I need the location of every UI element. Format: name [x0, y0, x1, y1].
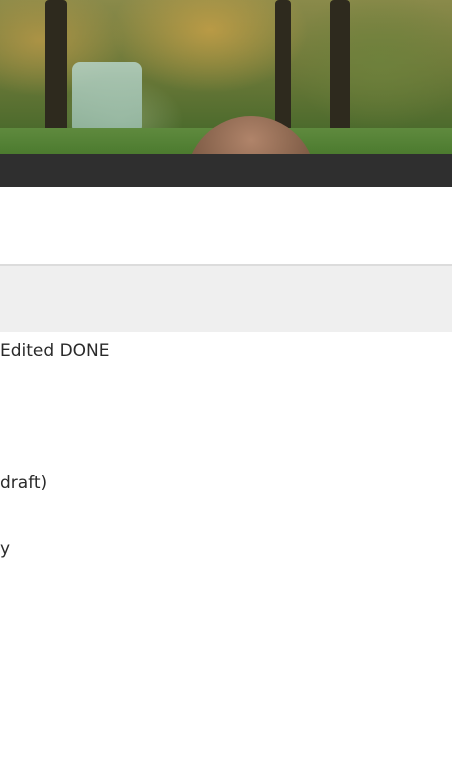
content-header-area	[0, 187, 452, 266]
video-control-bar[interactable]	[0, 154, 452, 187]
background-vehicle	[72, 62, 142, 134]
list-item[interactable]: y	[0, 539, 10, 559]
list-item[interactable]: draft)	[0, 473, 47, 493]
section-divider-band	[0, 266, 452, 332]
list-item[interactable]: Edited DONE	[0, 341, 110, 361]
video-thumbnail[interactable]	[0, 0, 452, 187]
